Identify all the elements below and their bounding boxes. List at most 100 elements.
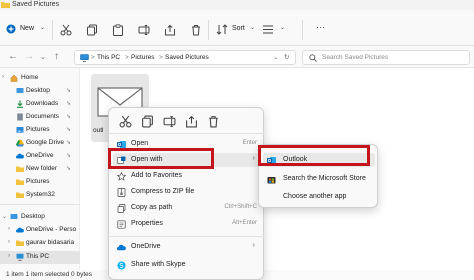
- sidebar-item-label: Downloads: [26, 100, 59, 107]
- open-with-icon: [117, 156, 126, 164]
- sidebar-item-label: OneDrive: [26, 152, 54, 159]
- breadcrumb-saved-pictures[interactable]: Saved Pictures: [165, 54, 209, 61]
- folder-icon: [16, 192, 24, 198]
- sidebar-item-user-folder[interactable]: › gaurav bidasaria: [0, 237, 80, 250]
- outlook-icon: [117, 141, 126, 148]
- pin-icon: ➘: [66, 88, 72, 94]
- sidebar-item-onedrive[interactable]: OneDrive ➘: [0, 150, 80, 163]
- properties-icon: [117, 220, 126, 229]
- chevron-right-icon[interactable]: ›: [8, 253, 10, 259]
- share-icon[interactable]: [164, 24, 176, 36]
- paste-icon[interactable]: [112, 24, 124, 36]
- up-arrow-icon[interactable]: ↑: [54, 51, 59, 62]
- submenu-item-search-store[interactable]: Search the Microsoft Store: [263, 172, 375, 186]
- menu-item-compress-zip[interactable]: Compress to ZIP file: [113, 185, 261, 199]
- chevron-down-icon[interactable]: ⌄: [2, 213, 7, 220]
- sidebar-item-google-drive[interactable]: Google Drive ➘: [0, 137, 80, 150]
- chevron-right-icon[interactable]: ›: [8, 239, 10, 245]
- menu-item-share-with-skype[interactable]: Share with Skype: [113, 258, 261, 272]
- folder-icon: [16, 179, 24, 185]
- back-arrow-icon[interactable]: ←: [8, 51, 18, 62]
- sidebar-item-label: Pictures: [26, 178, 50, 185]
- sidebar-item-label: OneDrive - Perso: [26, 226, 77, 233]
- forward-arrow-icon[interactable]: →: [24, 51, 34, 62]
- this-pc-icon: [80, 54, 89, 62]
- share-icon[interactable]: [185, 115, 198, 128]
- sidebar-item-pictures[interactable]: Pictures ➘: [0, 124, 80, 137]
- menu-item-shortcut: Ctrl+Shift+C: [224, 204, 257, 210]
- onedrive-icon: [16, 227, 24, 233]
- chevron-right-icon[interactable]: ›: [2, 74, 4, 80]
- documents-icon: [17, 113, 23, 121]
- view-icon: [263, 25, 273, 34]
- pin-icon: ➘: [66, 153, 72, 159]
- breadcrumb-sep: >: [91, 54, 95, 61]
- chevron-down-icon: ⌄: [250, 25, 256, 31]
- delete-icon[interactable]: [207, 115, 220, 128]
- sidebar-item-label: Desktop: [26, 87, 50, 94]
- pictures-icon: [16, 127, 24, 133]
- search-input[interactable]: Search Saved Pictures: [322, 54, 388, 61]
- sidebar-item-system32[interactable]: System32: [0, 189, 80, 202]
- menu-item-open[interactable]: Open Enter: [113, 137, 261, 151]
- skype-icon: [117, 261, 126, 270]
- recent-locations-icon[interactable]: ⌄: [40, 53, 46, 61]
- menu-item-shortcut: Alt+Enter: [232, 220, 257, 226]
- breadcrumb-this-pc[interactable]: This PC: [97, 54, 120, 61]
- sidebar-item-pictures-folder[interactable]: Pictures: [0, 176, 80, 189]
- breadcrumb-pictures[interactable]: Pictures: [131, 54, 154, 61]
- chevron-right-icon[interactable]: ›: [8, 226, 10, 232]
- sort-icon: [216, 24, 228, 35]
- menu-item-copy-as-path[interactable]: Copy as path Ctrl+Shift+C: [113, 201, 261, 215]
- submenu-item-outlook[interactable]: Outlook: [263, 153, 375, 167]
- sidebar-item-label: Documents: [26, 113, 59, 120]
- desktop-icon: [10, 214, 18, 219]
- delete-icon[interactable]: [190, 24, 202, 36]
- home-icon: [10, 74, 18, 82]
- folder-icon: [1, 2, 10, 8]
- pin-icon: ➘: [66, 140, 72, 146]
- cut-icon[interactable]: [119, 115, 132, 128]
- zip-icon: [117, 188, 126, 197]
- address-bar[interactable]: > This PC > Pictures > Saved Pictures ⌄ …: [74, 50, 296, 65]
- outlook-icon: [267, 157, 276, 164]
- sidebar-item-onedrive-personal[interactable]: › OneDrive - Perso: [0, 224, 80, 237]
- menu-item-properties[interactable]: Properties Alt+Enter: [113, 217, 261, 231]
- sidebar-item-desktop[interactable]: Desktop ➘: [0, 85, 80, 98]
- chevron-right-icon: ›: [252, 155, 255, 162]
- menu-item-label: Properties: [131, 220, 163, 227]
- search-box[interactable]: Search Saved Pictures: [302, 50, 470, 65]
- menu-divider: [109, 236, 265, 237]
- sidebar-item-desktop-root[interactable]: ⌄ Desktop: [0, 211, 80, 224]
- sidebar-item-documents[interactable]: Documents ➘: [0, 111, 80, 124]
- sidebar-item-this-pc[interactable]: › This PC: [0, 251, 80, 264]
- menu-item-label: OneDrive: [131, 243, 161, 250]
- refresh-icon[interactable]: ↻: [284, 53, 289, 61]
- new-button[interactable]: New ⌄: [6, 20, 50, 38]
- rename-icon[interactable]: [163, 115, 176, 128]
- sidebar-item-home[interactable]: › Home: [0, 72, 80, 85]
- menu-item-add-to-favorites[interactable]: Add to Favorites: [113, 169, 261, 183]
- cut-icon[interactable]: [60, 24, 72, 36]
- menu-item-onedrive[interactable]: OneDrive ›: [113, 240, 261, 254]
- sidebar-item-label: Pictures: [26, 126, 50, 133]
- copy-icon[interactable]: [141, 115, 154, 128]
- copy-icon[interactable]: [86, 24, 98, 36]
- new-plus-icon: [6, 24, 16, 34]
- address-dropdown-icon[interactable]: ⌄: [273, 53, 278, 61]
- rename-icon[interactable]: [138, 24, 150, 36]
- menu-item-open-with[interactable]: Open with ›: [113, 153, 261, 167]
- sidebar-item-label: System32: [26, 191, 55, 198]
- status-text: 1 item 1 item selected 0 bytes: [6, 271, 92, 278]
- menu-divider: [109, 133, 265, 134]
- view-button[interactable]: ⌄: [262, 20, 292, 38]
- more-options-button[interactable]: ···: [316, 22, 325, 32]
- new-label: New: [20, 25, 35, 32]
- breadcrumb-sep: >: [159, 54, 163, 61]
- menu-item-label: Copy as path: [131, 204, 173, 211]
- submenu-item-choose-another-app[interactable]: Choose another app: [263, 190, 375, 204]
- sort-button[interactable]: Sort ⌄: [216, 20, 258, 38]
- sidebar-item-downloads[interactable]: Downloads ➘: [0, 98, 80, 111]
- sidebar-item-new-folder[interactable]: New folder ➘: [0, 163, 80, 176]
- menu-item-label: Share with Skype: [131, 261, 186, 268]
